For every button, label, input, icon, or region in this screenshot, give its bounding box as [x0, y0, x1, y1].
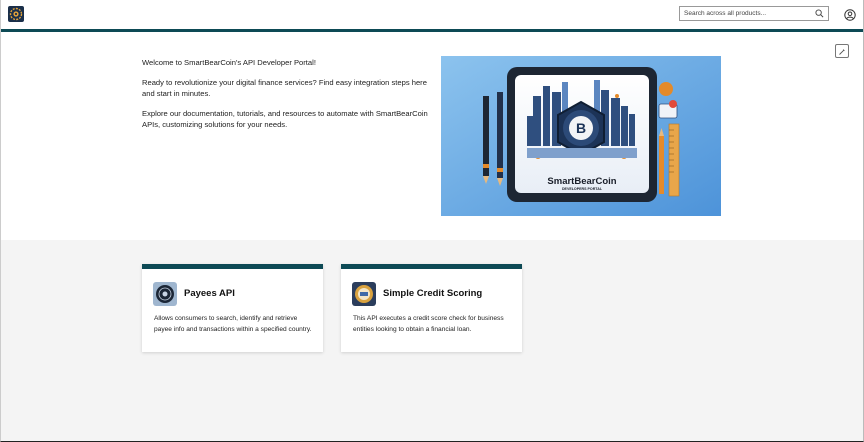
- illustration-brand: SmartBearCoin: [547, 176, 616, 187]
- card-description: Allows consumers to search, identify and…: [154, 315, 312, 333]
- illustration-subtitle: DEVELOPERS PORTAL: [562, 187, 603, 191]
- explore-paragraph: Explore our documentation, tutorials, an…: [142, 109, 428, 129]
- card-description: This API executes a credit score check f…: [353, 315, 504, 333]
- smartbearcoin-logo-icon[interactable]: [8, 6, 24, 22]
- svg-text:B: B: [576, 120, 586, 136]
- edit-pencil-icon[interactable]: [835, 44, 849, 58]
- card-title[interactable]: Payees API: [184, 288, 235, 299]
- search-icon[interactable]: [815, 9, 824, 22]
- card-title[interactable]: Simple Credit Scoring: [383, 288, 482, 299]
- payees-api-icon: [153, 282, 177, 306]
- api-card-simple-credit-scoring[interactable]: Simple Credit Scoring This API executes …: [341, 264, 522, 352]
- hero-intro-text: Welcome to SmartBearCoin's API Developer…: [142, 57, 432, 139]
- credit-scoring-api-icon: [352, 282, 376, 306]
- intro-paragraph: Ready to revolutionize your digital fina…: [142, 78, 427, 98]
- top-navigation-bar: Search across all products...: [0, 0, 864, 32]
- hero-illustration: B SmartBearCoin DEVELOPERS PORTAL: [441, 56, 721, 216]
- search-input[interactable]: Search across all products...: [679, 6, 829, 21]
- api-card-payees[interactable]: Payees API Allows consumers to search, i…: [142, 264, 323, 352]
- hero-section: [0, 32, 864, 240]
- user-account-icon[interactable]: [844, 8, 856, 26]
- search-placeholder: Search across all products...: [684, 10, 767, 17]
- welcome-heading: Welcome to SmartBearCoin's API Developer…: [142, 58, 316, 67]
